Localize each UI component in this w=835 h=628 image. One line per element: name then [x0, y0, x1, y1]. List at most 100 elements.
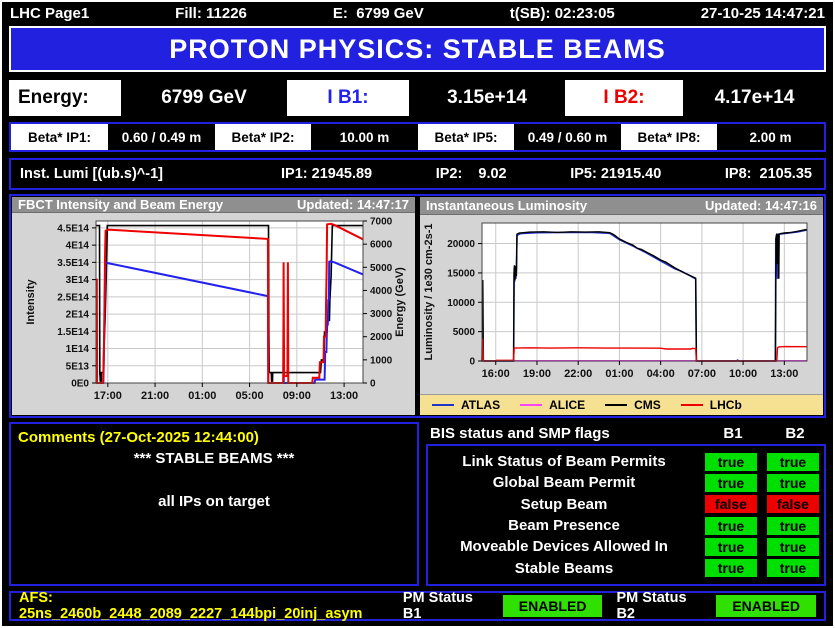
svg-text:5000: 5000: [370, 263, 393, 274]
bis-panel: BIS status and SMP flags B1 B2 Link Stat…: [426, 422, 826, 586]
afs-scheme: AFS: 25ns_2460b_2448_2089_2227_144bpi_20…: [19, 590, 363, 622]
bis-row-link-status: Link Status of Beam Permits true true: [428, 452, 824, 471]
legend-item-alice: ALICE: [520, 398, 585, 412]
pm-status-b2-label: PM Status B2: [616, 590, 687, 622]
svg-text:10:00: 10:00: [729, 368, 757, 380]
comments-title: Comments (27-Oct-2025 12:44:00): [18, 429, 259, 446]
top-status-bar: LHC Page1 Fill: 11226 E: 6799 GeV t(SB):…: [2, 2, 833, 24]
status-badge: true: [705, 559, 757, 578]
svg-text:3000: 3000: [370, 309, 393, 320]
svg-text:7000: 7000: [370, 217, 393, 228]
beta-ip5-label: Beta* IP5:: [418, 124, 514, 150]
status-badge: true: [705, 516, 757, 535]
lumi-chart-title: Instantaneous Luminosity: [426, 197, 588, 213]
bottom-section: Comments (27-Oct-2025 12:44:00) *** STAB…: [9, 422, 826, 586]
bis-row-beam-presence: Beam Presence true true: [428, 516, 824, 535]
beam1-intensity-label: I B1:: [287, 80, 409, 116]
lumi-ip8: IP8: 2105.35: [724, 166, 812, 182]
footer-row: AFS: 25ns_2460b_2448_2089_2227_144bpi_20…: [9, 590, 826, 622]
beta-ip8-label: Beta* IP8:: [621, 124, 717, 150]
svg-text:09:00: 09:00: [283, 390, 311, 402]
bis-col-b1: B1: [723, 424, 743, 442]
svg-text:Luminosity / 1e30 cm-2s-1: Luminosity / 1e30 cm-2s-1: [423, 223, 435, 360]
status-badge: false: [705, 495, 757, 514]
beam2-intensity-label: I B2:: [565, 80, 683, 116]
legend-item-cms: CMS: [605, 398, 661, 412]
fbct-chart: 17:00 21:00 01:00 05:00 09:00 13:00 0E0 5E13 1E1…: [25, 217, 406, 403]
svg-text:1.5E14: 1.5E14: [57, 327, 89, 338]
legend-dash-icon: [520, 403, 543, 406]
datetime: 27-10-25 14:47:21: [700, 4, 825, 22]
legend-dash-icon: [680, 403, 703, 406]
svg-text:2E14: 2E14: [66, 310, 90, 321]
beta-ip2-label: Beta* IP2:: [215, 124, 311, 150]
bis-header: BIS status and SMP flags B1 B2: [426, 422, 826, 444]
bis-row-moveable-devices: Moveable Devices Allowed In true true: [428, 537, 824, 556]
legend-item-atlas: ATLAS: [432, 398, 500, 412]
energy-label: Energy:: [9, 80, 121, 116]
inst-lumi-label: Inst. Lumi [(ub.s)^-1]: [20, 166, 163, 182]
lumi-chart-panel: Instantaneous Luminosity Updated: 14:47:…: [420, 197, 823, 415]
bis-flags-box: Link Status of Beam Permits true true Gl…: [426, 444, 826, 586]
svg-text:4.5E14: 4.5E14: [57, 223, 89, 234]
beam2-intensity-value: 4.17e+14: [714, 87, 795, 108]
svg-text:15000: 15000: [447, 268, 475, 279]
pm-status-b2-badge: ENABLED: [716, 595, 816, 617]
status-badge: true: [705, 473, 757, 492]
pm-status-b1-badge: ENABLED: [502, 595, 603, 617]
app-title: LHC Page1: [10, 4, 90, 22]
legend-dash-icon: [605, 403, 628, 406]
time-in-stable-beams: t(SB): 02:23:05: [509, 4, 615, 22]
svg-text:5E13: 5E13: [66, 361, 90, 372]
svg-text:2000: 2000: [370, 332, 393, 343]
bis-row-setup-beam: Setup Beam false false: [428, 495, 824, 514]
beta-ip5-value: 0.49 / 0.60 m: [527, 129, 608, 145]
energy-value: 6799 GeV: [161, 87, 247, 108]
fbct-chart-header: FBCT Intensity and Beam Energy Updated: …: [12, 197, 415, 213]
status-badge: true: [767, 516, 819, 535]
comments-line2: all IPs on target: [158, 493, 270, 510]
pm-status-b1-label: PM Status B1: [402, 590, 473, 622]
beta-star-row: Beta* IP1: 0.60 / 0.49 m Beta* IP2: 10.0…: [9, 122, 826, 152]
svg-text:13:00: 13:00: [330, 390, 358, 402]
svg-text:5000: 5000: [453, 327, 476, 338]
fill-number: Fill: 11226: [175, 4, 247, 22]
svg-text:0: 0: [469, 356, 475, 367]
comments-line1: *** STABLE BEAMS ***: [133, 450, 295, 467]
legend-item-lhcb: LHCb: [680, 398, 742, 412]
svg-text:4E14: 4E14: [66, 241, 90, 252]
svg-text:01:00: 01:00: [605, 368, 633, 380]
svg-text:20000: 20000: [447, 239, 475, 250]
svg-text:21:00: 21:00: [141, 390, 169, 402]
beam-mode-banner: PROTON PHYSICS: STABLE BEAMS: [9, 26, 826, 72]
fbct-chart-updated: Updated: 14:47:17: [297, 197, 409, 212]
lumi-chart-updated: Updated: 14:47:16: [705, 197, 817, 213]
bis-row-global-permit: Global Beam Permit true true: [428, 473, 824, 492]
energy-intensity-row: Energy: 6799 GeV I B1: 3.15e+14 I B2: 4.…: [9, 80, 826, 116]
bis-row-stable-beams: Stable Beams true true: [428, 559, 824, 578]
status-badge: true: [767, 537, 819, 556]
svg-text:07:00: 07:00: [688, 368, 716, 380]
svg-text:22:00: 22:00: [564, 368, 592, 380]
page-title: PROTON PHYSICS: STABLE BEAMS: [169, 33, 666, 64]
lumi-chart-legend: ATLAS ALICE CMS LHCb: [420, 393, 823, 415]
beam-energy-readout: E: 6799 GeV: [332, 4, 424, 22]
svg-text:01:00: 01:00: [188, 390, 216, 402]
lumi-chart: 16:00 19:00 22:00 01:00 04:00 07:00 10:00 13:00…: [423, 222, 808, 380]
legend-dash-icon: [432, 403, 454, 406]
beta-ip8-value: 2.00 m: [749, 129, 792, 145]
svg-text:0E0: 0E0: [71, 379, 89, 390]
bis-col-b2: B2: [785, 424, 805, 442]
svg-text:3.5E14: 3.5E14: [57, 258, 89, 269]
status-badge: true: [767, 473, 819, 492]
charts-container: FBCT Intensity and Beam Energy Updated: …: [9, 194, 826, 418]
status-badge: true: [767, 452, 819, 471]
fbct-chart-panel: FBCT Intensity and Beam Energy Updated: …: [12, 197, 415, 415]
svg-text:1000: 1000: [370, 355, 393, 366]
svg-text:05:00: 05:00: [236, 390, 264, 402]
svg-text:19:00: 19:00: [523, 368, 551, 380]
svg-text:13:00: 13:00: [770, 368, 798, 380]
lumi-ip5: IP5: 21915.40: [570, 166, 662, 182]
bis-title: BIS status and SMP flags: [430, 424, 610, 442]
status-badge: false: [767, 495, 819, 514]
